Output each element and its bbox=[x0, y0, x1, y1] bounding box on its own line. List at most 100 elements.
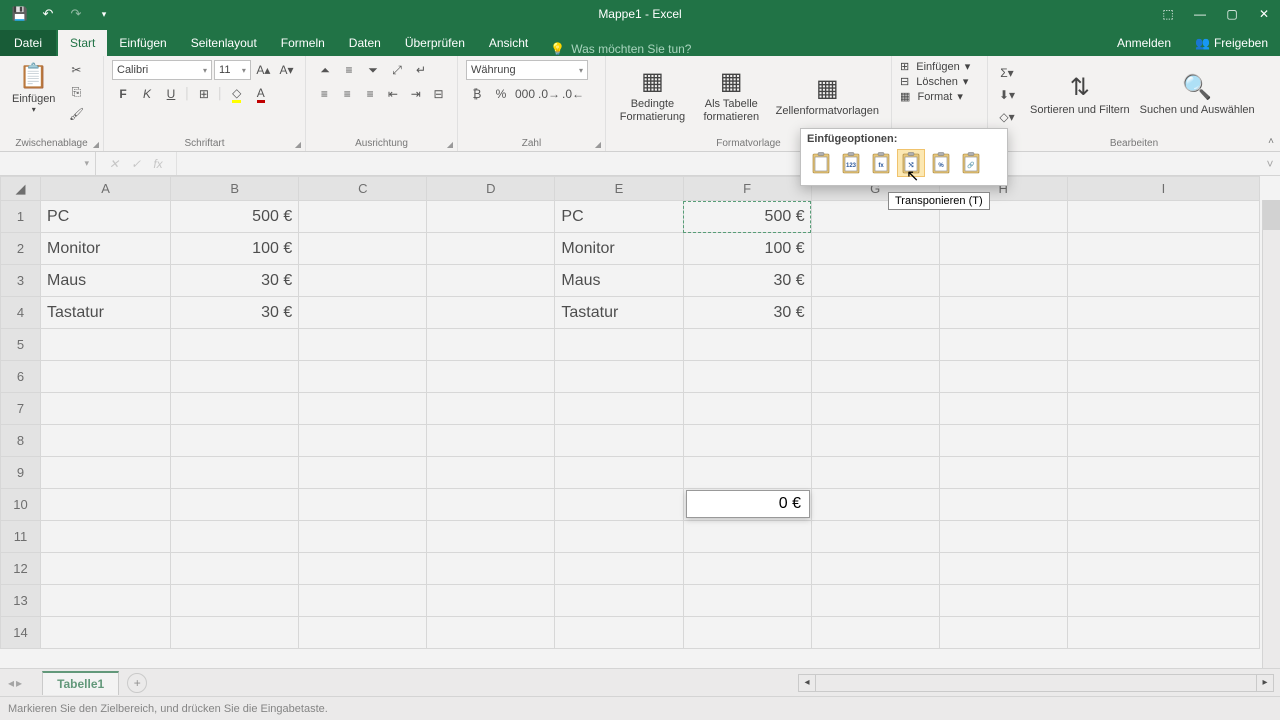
cell[interactable] bbox=[555, 393, 683, 425]
cell[interactable] bbox=[1067, 233, 1259, 265]
cell[interactable] bbox=[683, 617, 811, 649]
cell[interactable] bbox=[939, 585, 1067, 617]
copy-button[interactable]: ⎘ bbox=[65, 82, 87, 102]
cell[interactable] bbox=[1067, 393, 1259, 425]
fill-button[interactable]: ⬇▾ bbox=[996, 85, 1018, 105]
cell[interactable] bbox=[683, 585, 811, 617]
cell[interactable]: Tastatur bbox=[41, 297, 171, 329]
cell[interactable] bbox=[811, 585, 939, 617]
cell[interactable] bbox=[41, 425, 171, 457]
cell[interactable] bbox=[811, 361, 939, 393]
cell[interactable] bbox=[41, 489, 171, 521]
cell[interactable] bbox=[555, 457, 683, 489]
align-center-button[interactable]: ≡ bbox=[337, 84, 358, 104]
cell[interactable] bbox=[427, 265, 555, 297]
cell[interactable] bbox=[939, 457, 1067, 489]
cell[interactable]: PC bbox=[555, 201, 683, 233]
cell[interactable]: 100 € bbox=[171, 233, 299, 265]
new-sheet-button[interactable]: + bbox=[127, 673, 147, 693]
expand-formula-bar-button[interactable]: ˅ bbox=[1260, 157, 1280, 171]
align-bottom-button[interactable]: ⏷ bbox=[362, 60, 384, 80]
name-box[interactable]: ▾ bbox=[0, 152, 96, 175]
clear-button[interactable]: ◇▾ bbox=[996, 107, 1018, 127]
cell[interactable] bbox=[171, 489, 299, 521]
find-select-button[interactable]: 🔍Suchen und Auswählen bbox=[1136, 71, 1259, 118]
row-header[interactable]: 13 bbox=[1, 585, 41, 617]
row-header[interactable]: 4 bbox=[1, 297, 41, 329]
cell[interactable] bbox=[427, 617, 555, 649]
cell[interactable] bbox=[1067, 201, 1259, 233]
cell[interactable] bbox=[41, 361, 171, 393]
cell[interactable]: 30 € bbox=[683, 297, 811, 329]
cell[interactable] bbox=[299, 393, 427, 425]
row-header[interactable]: 11 bbox=[1, 521, 41, 553]
paste-option-values[interactable]: 123 bbox=[837, 149, 865, 177]
cell[interactable] bbox=[1067, 425, 1259, 457]
dialog-launcher-icon[interactable]: ◢ bbox=[447, 140, 453, 149]
insert-cells-button[interactable]: ⊞ Einfügen ▾ bbox=[900, 60, 979, 73]
font-size-combo[interactable]: 11▾ bbox=[214, 60, 251, 80]
cell[interactable] bbox=[939, 297, 1067, 329]
cell[interactable] bbox=[811, 265, 939, 297]
cancel-formula-button[interactable]: ✕ bbox=[104, 157, 124, 171]
tab-review[interactable]: Überprüfen bbox=[393, 30, 477, 56]
select-all-button[interactable]: ◢ bbox=[1, 177, 41, 201]
cell[interactable] bbox=[299, 585, 427, 617]
format-as-table-button[interactable]: ▦Als Tabelle formatieren bbox=[693, 65, 770, 124]
cell[interactable] bbox=[1067, 329, 1259, 361]
cell[interactable] bbox=[555, 617, 683, 649]
paste-option-formatting[interactable]: % bbox=[927, 149, 955, 177]
row-header[interactable]: 10 bbox=[1, 489, 41, 521]
cell[interactable]: Maus bbox=[555, 265, 683, 297]
bold-button[interactable]: F bbox=[112, 84, 134, 104]
cell[interactable] bbox=[427, 233, 555, 265]
decrease-indent-button[interactable]: ⇤ bbox=[382, 84, 403, 104]
dialog-launcher-icon[interactable]: ◢ bbox=[595, 140, 601, 149]
cell[interactable] bbox=[299, 553, 427, 585]
cell[interactable] bbox=[427, 297, 555, 329]
cell[interactable] bbox=[939, 361, 1067, 393]
cell[interactable] bbox=[1067, 585, 1259, 617]
cell[interactable] bbox=[41, 521, 171, 553]
tab-data[interactable]: Daten bbox=[337, 30, 393, 56]
increase-font-button[interactable]: A▴ bbox=[253, 60, 274, 80]
cell[interactable] bbox=[41, 553, 171, 585]
row-header[interactable]: 12 bbox=[1, 553, 41, 585]
cell[interactable] bbox=[939, 521, 1067, 553]
row-header[interactable]: 14 bbox=[1, 617, 41, 649]
increase-decimal-button[interactable]: .0→ bbox=[538, 84, 560, 104]
cell[interactable] bbox=[683, 553, 811, 585]
cell[interactable] bbox=[299, 297, 427, 329]
cell[interactable] bbox=[41, 585, 171, 617]
cell[interactable] bbox=[1067, 553, 1259, 585]
cell[interactable] bbox=[555, 425, 683, 457]
dialog-launcher-icon[interactable]: ◢ bbox=[295, 140, 301, 149]
accounting-format-button[interactable]: ₿ bbox=[466, 84, 488, 104]
cell[interactable]: 100 € bbox=[683, 233, 811, 265]
row-header[interactable]: 3 bbox=[1, 265, 41, 297]
cell[interactable] bbox=[171, 617, 299, 649]
cell[interactable] bbox=[939, 265, 1067, 297]
cell[interactable]: 30 € bbox=[683, 265, 811, 297]
cell[interactable] bbox=[427, 393, 555, 425]
cell[interactable] bbox=[427, 489, 555, 521]
row-header[interactable]: 1 bbox=[1, 201, 41, 233]
format-painter-button[interactable]: 🖌 bbox=[65, 104, 87, 124]
cell[interactable] bbox=[171, 457, 299, 489]
cell[interactable] bbox=[683, 457, 811, 489]
cell[interactable] bbox=[555, 489, 683, 521]
tab-formulas[interactable]: Formeln bbox=[269, 30, 337, 56]
cell[interactable] bbox=[171, 521, 299, 553]
cell[interactable] bbox=[939, 393, 1067, 425]
wrap-text-button[interactable]: ↵ bbox=[410, 60, 432, 80]
cell[interactable] bbox=[811, 553, 939, 585]
cell[interactable] bbox=[299, 489, 427, 521]
ribbon-display-options[interactable]: ⬚ bbox=[1152, 0, 1184, 28]
cell[interactable] bbox=[299, 329, 427, 361]
align-middle-button[interactable]: ≡ bbox=[338, 60, 360, 80]
conditional-formatting-button[interactable]: ▦Bedingte Formatierung bbox=[614, 65, 691, 124]
row-header[interactable]: 9 bbox=[1, 457, 41, 489]
paste-option-formulas[interactable]: fx bbox=[867, 149, 895, 177]
row-header[interactable]: 5 bbox=[1, 329, 41, 361]
cell[interactable] bbox=[683, 329, 811, 361]
